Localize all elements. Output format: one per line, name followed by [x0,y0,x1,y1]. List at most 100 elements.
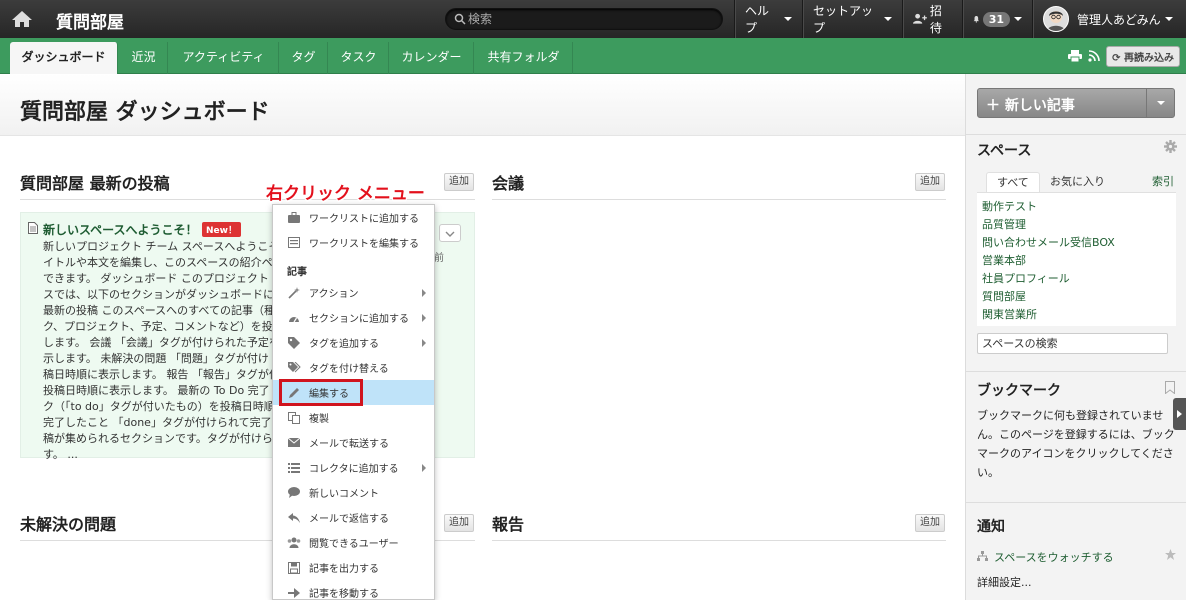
envelope-icon [287,438,301,447]
menu-item-label: タグを付け替える [309,364,389,375]
help-label: ヘルプ [745,4,770,35]
detail-settings-link[interactable]: 詳細設定... [977,574,1032,590]
post-excerpt-line: 完了したこと 「done」タグが付けられて完了す [43,416,283,429]
space-link[interactable]: 質問部屋 [982,288,1026,304]
setup-menu[interactable]: セットアップ [802,0,902,38]
add-button-latest[interactable]: 追加 [444,173,474,191]
menu-item-add-tag[interactable]: タグを追加する [273,330,434,355]
annotation-label: 右クリック メニュー [266,184,425,204]
list-box-icon [287,237,301,248]
tab-tasks[interactable]: タスク [329,42,389,74]
post-excerpt-line: 投稿日時順に表示します。 最新の To Do 完了 [43,384,270,397]
space-link[interactable]: 社員プロフィール [982,270,1070,286]
post-excerpt-line: できます。 ダッシュボード このプロジェクト・ [43,272,280,285]
notifications-menu[interactable]: 31 [962,0,1032,38]
menu-item-add-collector[interactable]: コレクタに追加する [273,455,434,480]
section-title-reports: 報告 [492,515,525,534]
space-link[interactable]: 品質管理 [982,216,1026,232]
reply-icon [287,512,301,523]
notification-count-badge: 31 [982,11,1010,27]
add-button-reports[interactable]: 追加 [915,514,945,532]
add-user-icon [913,13,927,24]
top-bar: 質問部屋 ヘルプ セットアップ 招待 31 管理人あどみん [0,0,1186,38]
new-post-dropdown[interactable] [1146,89,1174,117]
tab-recent[interactable]: 近況 [120,42,168,74]
invite-button[interactable]: 招待 [902,0,962,38]
reload-button[interactable]: ⟳ 再読み込み [1106,45,1180,67]
sidebar-toggle-handle[interactable] [1173,398,1186,430]
bookmark-icon[interactable] [1165,381,1175,394]
gear-icon[interactable] [1164,140,1177,153]
help-menu[interactable]: ヘルプ [734,0,802,38]
user-avatar-icon [1047,11,1065,31]
star-icon[interactable] [1165,549,1176,560]
post-excerpt-line: す。 ... [43,448,78,461]
space-link[interactable]: 関東営業所 [982,306,1037,322]
menu-item-viewers[interactable]: 閲覧できるユーザー [273,530,434,555]
menu-item-label: 閲覧できるユーザー [309,539,399,550]
post-menu-button[interactable] [439,224,461,242]
list-icon [287,462,301,473]
space-link[interactable]: 問い合わせメール受信BOX [982,234,1115,250]
menu-item-export[interactable]: 記事を出力する [273,555,434,580]
menu-item-add-section[interactable]: セクションに追加する [273,305,434,330]
briefcase-icon [287,212,301,223]
add-button-unsolved[interactable]: 追加 [444,514,474,532]
menu-item-duplicate[interactable]: 複製 [273,405,434,430]
plus-icon: ＋ [986,98,1000,114]
post-excerpt-line: スでは、以下のセクションがダッシュボードに [43,288,274,301]
menu-item-forward-email[interactable]: メールで転送する [273,430,434,455]
tab-calendar[interactable]: カレンダー [390,42,474,74]
menu-item-label: 記事を移動する [309,589,379,600]
space-link[interactable]: 営業本部 [982,252,1026,268]
tag-icon [287,336,301,349]
search-input[interactable] [468,11,718,27]
menu-item-retag[interactable]: タグを付け替える [273,355,434,380]
menu-item-new-comment[interactable]: 新しいコメント [273,480,434,505]
menu-item-label: ワークリストを編集する [309,239,419,250]
post-excerpt-line: 稿日時順に表示します。 報告 「報告」タグが付 [43,368,280,381]
app-title[interactable]: 質問部屋 [56,8,124,33]
tab-tags[interactable]: タグ [280,42,328,74]
menu-item-label: タグを追加する [309,339,379,350]
add-button-meetings[interactable]: 追加 [915,173,945,191]
post-excerpt-line: ク、プロジェクト、予定、コメントなど）を投 [43,320,273,333]
menu-item-move[interactable]: 記事を移動する [273,580,434,600]
tab-activity[interactable]: アクティビティ [169,42,279,74]
post-excerpt-line: 示します。 未解決の問題 「問題」タグが付け [43,352,269,365]
tags-icon [287,361,301,374]
post-title-link[interactable]: 新しいスペースへようこそ！ [43,221,198,238]
post-excerpt-line: 最新の投稿 このスペースへのすべての記事（種 [43,304,275,317]
menu-item-add-worklist[interactable]: ワークリストに追加する [273,205,434,230]
post-excerpt-line: します。 会議 「会議」タグが付けられた予定を [43,336,280,349]
new-post-button[interactable]: ＋ 新しい記事 [977,88,1175,118]
tab-favorite-spaces[interactable]: お気に入り [1050,172,1105,192]
menu-item-reply-email[interactable]: メールで返信する [273,505,434,530]
menu-item-edit-worklist[interactable]: ワークリストを編集する [273,230,434,255]
rss-icon[interactable] [1088,50,1100,62]
tab-all-spaces[interactable]: すべて [986,172,1040,192]
search-icon [454,13,466,25]
section-divider [492,199,946,200]
space-link[interactable]: 動作テスト [982,198,1037,214]
search-box[interactable] [445,8,723,30]
post-excerpt: 新しいプロジェクト チーム スペースへようこそ イトルや本文を編集し、このスペー… [43,239,293,463]
section-title-latest: 質問部屋 最新の投稿 [20,174,170,193]
post-excerpt-line: ク（「to do」タグが付いたもの）を投稿日時順 [43,400,275,413]
user-menu[interactable]: 管理人あどみん [1032,0,1186,38]
watch-space-link[interactable]: スペースをウォッチする [994,549,1114,565]
sidebar-divider [966,371,1186,372]
menu-item-label: 記事を出力する [309,564,379,575]
space-index-link[interactable]: 索引 [1152,172,1174,192]
section-divider [492,540,946,541]
chevron-right-icon [422,464,426,472]
space-search-input[interactable] [977,333,1168,354]
bookmarks-title: ブックマーク [977,383,1061,399]
sidebar: ＋ 新しい記事 スペース すべて お気に入り 索引 動作テスト 品質管理 問い合… [965,74,1186,600]
home-button[interactable] [0,0,44,38]
print-icon[interactable] [1068,50,1083,62]
menu-item-action[interactable]: アクション [273,280,434,305]
tab-shared-folder[interactable]: 共有フォルダ [475,42,573,74]
tab-dashboard[interactable]: ダッシュボード [10,42,118,74]
user-name: 管理人あどみん [1077,12,1161,27]
